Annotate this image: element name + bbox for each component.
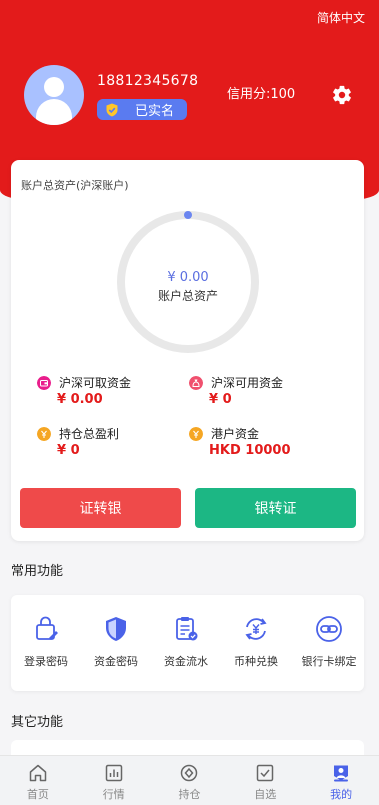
link-icon [316, 616, 342, 642]
func-currency-exchange[interactable]: 币种兑换 [221, 615, 291, 669]
gear-icon[interactable] [331, 84, 353, 106]
stat-value: ¥ 0.00 [57, 392, 103, 407]
tab-label: 我的 [330, 788, 353, 801]
avatar[interactable] [24, 65, 84, 125]
total-asset-amount: ¥ 0.00 [167, 270, 209, 285]
stat-value: HKD 10000 [209, 443, 291, 458]
verified-badge: 已实名 [97, 99, 187, 120]
func-label: 资金流水 [164, 655, 208, 668]
stat-value: ¥ 0 [209, 392, 232, 407]
total-asset-label: 账户总资产 [157, 289, 218, 303]
user-icon [334, 765, 349, 782]
func-login-password[interactable]: 登录密码 [11, 615, 81, 669]
tab-mine[interactable]: 我的 [303, 756, 379, 805]
position-icon [181, 764, 198, 782]
credit-score: 信用分:100 [227, 87, 296, 102]
shield-icon [106, 617, 126, 641]
lock-bag-icon [36, 616, 58, 640]
verified-label: 已实名 [135, 104, 175, 119]
tab-market[interactable]: 行情 [76, 756, 152, 805]
coin-icon [189, 427, 203, 441]
func-label: 资金密码 [94, 655, 138, 668]
bottom-tab-bar: 首页 行情 持仓 自选 我的 [0, 755, 379, 805]
tab-label: 自选 [254, 788, 277, 801]
language-switch[interactable]: 简体中文 [317, 9, 365, 26]
func-fund-password[interactable]: 资金密码 [81, 615, 151, 669]
shield-icon [106, 103, 118, 116]
func-label: 币种兑换 [234, 655, 278, 668]
phone-number: 18812345678 [97, 73, 199, 89]
clipboard-icon [176, 617, 198, 641]
func-label: 登录密码 [24, 655, 68, 668]
func-label: 银行卡绑定 [301, 655, 357, 668]
tab-positions[interactable]: 持仓 [152, 756, 228, 805]
money-bag-icon [189, 376, 203, 390]
exchange-icon [245, 618, 267, 640]
checkbox-icon [257, 764, 274, 782]
tab-label: 行情 [102, 788, 125, 801]
stat-label: 持仓总盈利 [59, 427, 120, 441]
chart-icon [105, 764, 122, 782]
transfer-to-bank-button[interactable]: 证转银 [20, 488, 181, 528]
stat-label: 港户资金 [211, 427, 260, 441]
tab-label: 首页 [26, 788, 49, 801]
wallet-icon [37, 376, 51, 390]
tab-watchlist[interactable]: 自选 [227, 756, 303, 805]
common-functions-panel: 登录密码 资金密码 资金流水 币种兑换 银行卡绑定 [11, 595, 364, 691]
tab-label: 持仓 [178, 788, 201, 801]
common-functions-title: 常用功能 [11, 564, 64, 579]
ring-progress-marker [184, 211, 192, 219]
coin-icon [37, 427, 51, 441]
tab-home[interactable]: 首页 [0, 756, 76, 805]
stat-value: ¥ 0 [57, 443, 80, 458]
stat-label: 沪深可取资金 [59, 376, 132, 390]
func-fund-flow[interactable]: 资金流水 [151, 615, 221, 669]
transfer-from-bank-button[interactable]: 银转证 [195, 488, 356, 528]
asset-card-title: 账户总资产(沪深账户) [21, 179, 129, 192]
func-bank-card-binding[interactable]: 银行卡绑定 [294, 615, 364, 669]
other-functions-title: 其它功能 [11, 715, 64, 730]
home-icon [29, 764, 47, 782]
stat-label: 沪深可用资金 [211, 376, 284, 390]
asset-card: 账户总资产(沪深账户) ¥ 0.00 账户总资产 沪深可取资金 ¥ 0.00 沪… [11, 160, 364, 541]
